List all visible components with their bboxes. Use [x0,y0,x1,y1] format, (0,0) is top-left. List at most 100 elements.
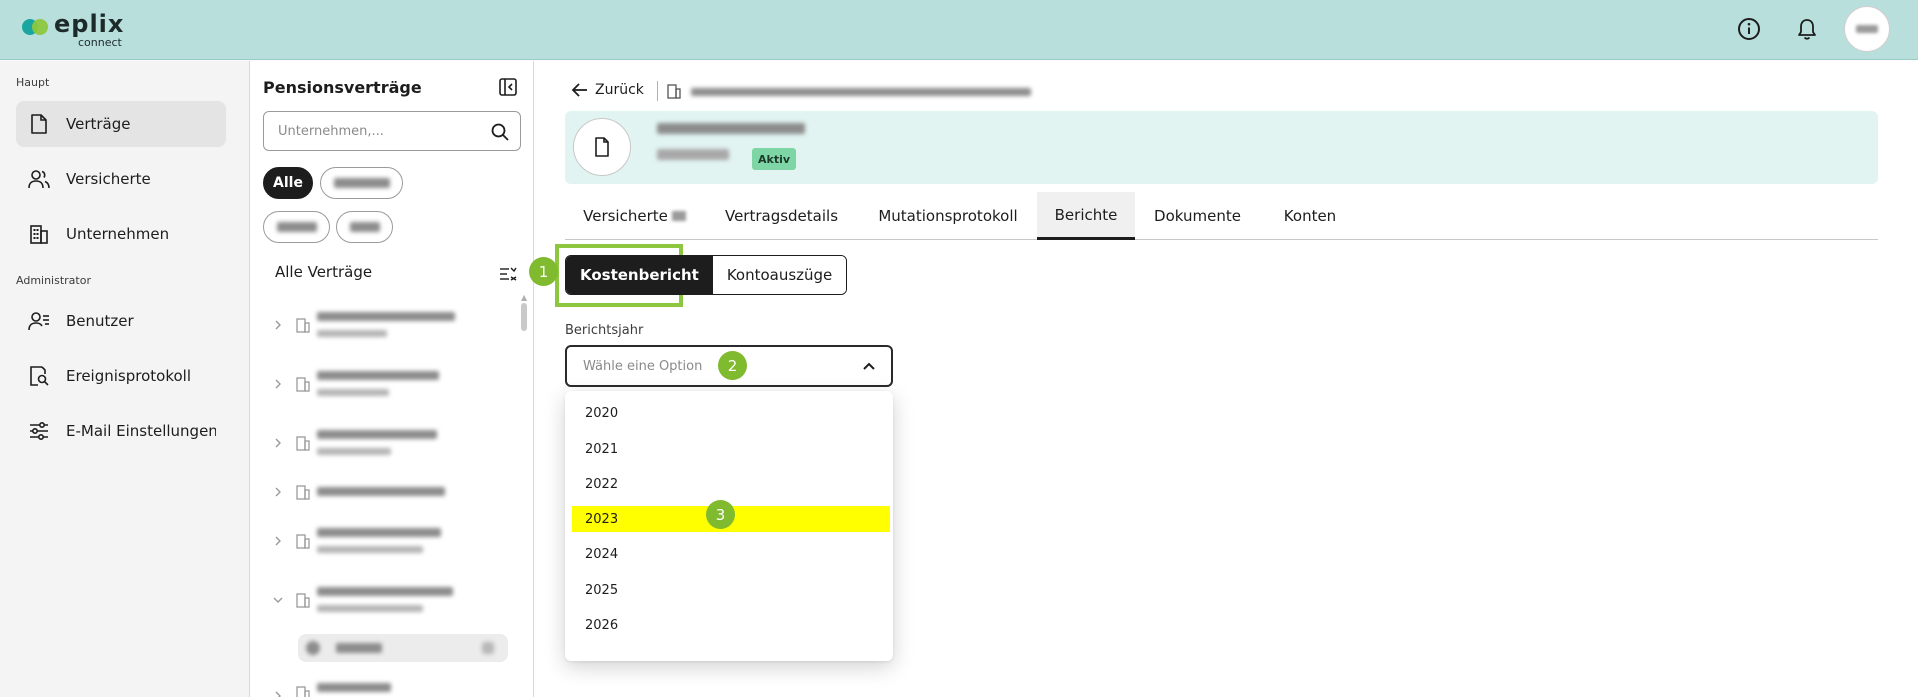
back-label: Zurück [595,82,644,98]
building-icon [296,534,310,549]
panel-title: Pensionsverträge [263,78,422,97]
sidebar-item-versicherte[interactable]: Versicherte [16,156,226,202]
filter-chip[interactable] [263,211,330,243]
building-icon [296,686,310,697]
contract-title [657,123,805,134]
list-item[interactable] [265,422,505,466]
tab-konten[interactable]: Konten [1260,192,1360,239]
filter-chip-all[interactable]: Alle [263,167,313,199]
chevron-right-icon[interactable] [271,689,285,697]
document-icon [28,113,50,135]
tab-label: Vertragsdetails [724,206,839,225]
scrollbar-thumb[interactable] [521,303,527,331]
list-item-selected[interactable] [298,634,508,662]
sidebar-item-label: Unternehmen [66,225,170,243]
step-marker: 3 [706,500,735,529]
search-field[interactable] [263,111,521,151]
kostenbericht-button[interactable]: Kostenbericht [566,256,713,294]
avatar[interactable] [1844,6,1890,52]
tab-mutationsprotokoll[interactable]: Mutationsprotokoll [859,192,1037,239]
option-2025[interactable]: 2025 [572,577,890,603]
filter-chip[interactable] [336,211,393,243]
segment-label: Kontoauszüge [726,266,833,284]
list-item[interactable] [265,665,505,697]
chevron-down-icon[interactable] [271,593,285,607]
chevron-right-icon[interactable] [271,436,285,450]
building-icon [296,485,310,500]
people-icon [28,168,50,190]
breadcrumb[interactable] [691,88,1031,96]
building-icon [667,84,681,99]
sidebar: Haupt Verträge Versicherte Unternehmen A… [0,61,250,697]
sidebar-item-ereignisprotokoll[interactable]: Ereignisprotokoll [16,353,226,399]
filter-chip-label: Alle [273,175,303,191]
search-input[interactable] [278,123,478,139]
back-link[interactable]: Zurück [571,81,644,99]
option-2021[interactable]: 2021 [572,436,890,462]
tab-label: Dokumente [1154,206,1241,225]
option-2020[interactable]: 2020 [572,400,890,426]
collapse-panel-icon[interactable] [498,77,518,97]
top-bar: eplix connect [0,0,1918,60]
sidebar-item-benutzer[interactable]: Benutzer [16,298,226,344]
bell-icon[interactable] [1786,8,1828,50]
sidebar-item-email-einstellungen[interactable]: E-Mail Einstellungen [16,408,246,454]
chevron-right-icon[interactable] [271,377,285,391]
info-icon[interactable] [1728,8,1770,50]
list-item[interactable] [265,363,505,407]
breadcrumb-divider [657,81,658,101]
sidebar-item-label: Versicherte [66,170,151,188]
logo-sub: connect [78,36,122,49]
arrow-left-icon [571,83,587,97]
sidebar-item-vertraege[interactable]: Verträge [16,101,226,147]
tab-count [671,210,686,221]
sidebar-item-unternehmen[interactable]: Unternehmen [16,211,226,257]
tab-dokumente[interactable]: Dokumente [1135,192,1260,239]
search-icon[interactable] [490,122,510,142]
chevron-up-icon[interactable] [861,359,877,373]
status-badge: Aktiv [752,148,797,170]
document-icon [573,118,631,176]
option-2022[interactable]: 2022 [572,471,890,497]
logo-word: eplix [54,10,125,38]
contract-card: Aktiv [565,111,1878,184]
chevron-right-icon[interactable] [271,534,285,548]
select-placeholder: Wähle eine Option [583,358,703,374]
chevron-right-icon[interactable] [271,318,285,332]
building-icon [296,318,310,333]
tab-versicherte[interactable]: Versicherte [565,192,704,239]
list-item[interactable] [265,520,505,564]
list-item[interactable] [265,304,505,348]
sort-filter-icon[interactable] [499,265,517,283]
list-item[interactable] [265,471,505,515]
contracts-panel: Pensionsverträge Alle Alle Verträge ▲ [251,61,534,697]
document-search-icon [28,365,50,387]
tab-label: Mutationsprotokoll [878,206,1018,225]
building-icon [296,593,310,608]
tab-berichte[interactable]: Berichte [1037,192,1135,240]
main-content: Zurück Aktiv Versicherte Vertragsdetails… [529,61,1918,697]
app-logo[interactable]: eplix connect [20,12,124,48]
logo-mark-icon [20,15,50,35]
chevron-right-icon[interactable] [271,485,285,499]
scroll-up-icon[interactable]: ▲ [521,293,527,302]
filter-chip[interactable] [320,167,403,199]
list-item[interactable] [265,579,505,623]
step-marker: 1 [529,257,558,286]
tab-label: Konten [1283,206,1337,225]
building-icon [296,436,310,451]
option-2026[interactable]: 2026 [572,612,890,638]
tab-label: Versicherte [583,206,668,225]
sliders-icon [28,420,50,442]
building-icon [28,223,50,245]
berichtsjahr-label: Berichtsjahr [565,323,644,338]
tab-vertragsdetails[interactable]: Vertragsdetails [704,192,859,239]
kontoauszuege-button[interactable]: Kontoauszüge [712,256,847,294]
user-admin-icon [28,310,50,332]
option-2024[interactable]: 2024 [572,541,890,567]
building-icon [296,377,310,392]
sidebar-item-label: Verträge [66,115,131,133]
segment-label: Kostenbericht [580,266,699,284]
tab-bar: Versicherte Vertragsdetails Mutationspro… [565,192,1878,240]
sidebar-item-label: E-Mail Einstellungen [66,422,216,440]
